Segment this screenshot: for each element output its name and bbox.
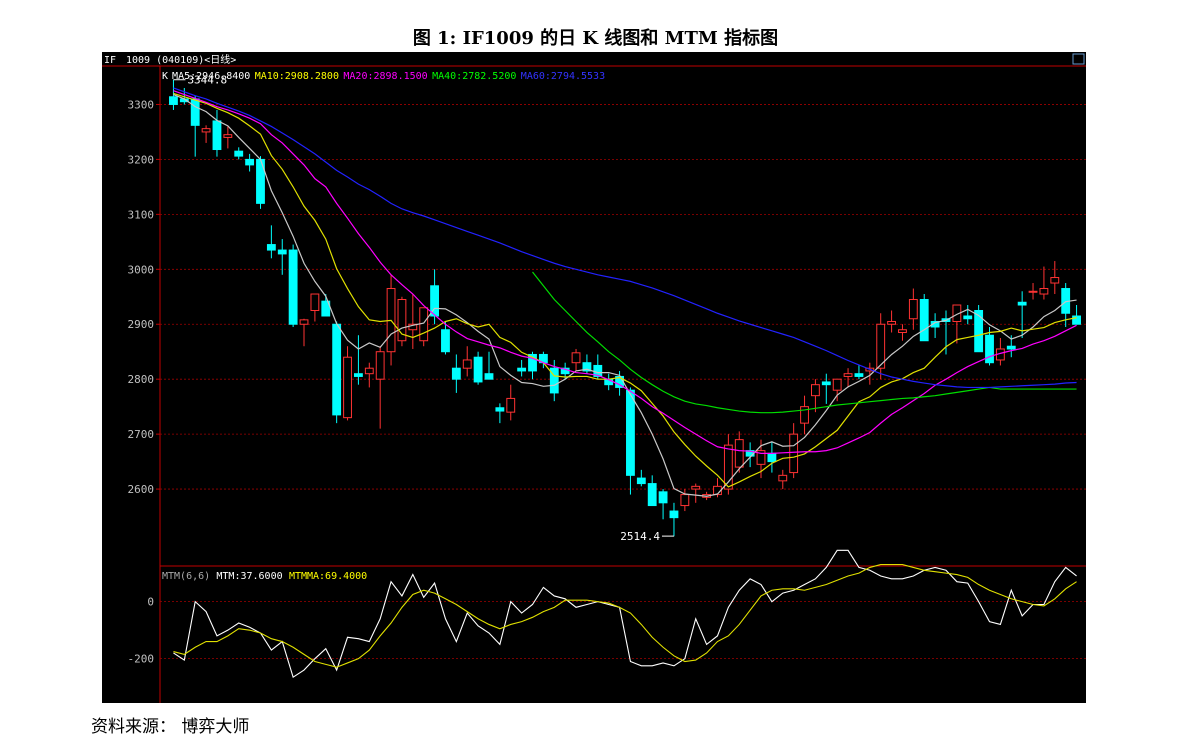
candle-body-down xyxy=(332,323,342,416)
candle-body-down xyxy=(495,407,505,412)
candle-body-down xyxy=(245,158,255,166)
candle-body-up xyxy=(734,439,744,468)
candle-body-down xyxy=(517,367,527,372)
candle-body-up xyxy=(691,485,701,490)
candle-body-up xyxy=(343,356,352,419)
candle-body-up xyxy=(310,293,320,312)
candle-body-down xyxy=(1006,345,1016,350)
candle-body-down xyxy=(484,373,494,380)
candle-body-up xyxy=(887,320,897,325)
candle-body-down xyxy=(288,249,298,325)
y-tick-label: 2600 xyxy=(128,483,155,496)
kline-mtm-chart: IF 1009 (040109)<日线> 2600 2700 2800 2900 3000 3… xyxy=(102,53,1086,703)
mtm-legend-0: MTM(6,6) xyxy=(162,571,210,582)
candle-body-down xyxy=(626,389,635,476)
y-tick-label: 3100 xyxy=(128,208,155,221)
candle-body-down xyxy=(190,98,200,126)
candle-body-down xyxy=(669,510,679,519)
candle-body-up xyxy=(375,351,385,380)
candle-body-up xyxy=(571,352,581,364)
legend-ma40: MA40:2782.5200 xyxy=(432,71,516,82)
y-tick-label: 2700 xyxy=(128,428,155,441)
chart-panel: IF 1009 (040109)<日线> 2600 2700 2800 2900 3000 3… xyxy=(102,52,1086,703)
candle-body-up xyxy=(1028,290,1038,293)
candle-body-up xyxy=(223,134,233,138)
header-contract: 1009 (040109)<日线> xyxy=(126,53,236,66)
candle-body-down xyxy=(1017,301,1027,306)
legend-ma10: MA10:2908.2800 xyxy=(255,71,339,82)
candle-body-down xyxy=(821,381,831,386)
candle-body-up xyxy=(506,397,516,413)
candle-body-up xyxy=(364,367,374,375)
y-tick-label: 2900 xyxy=(128,318,155,331)
candle-body-down xyxy=(636,477,646,485)
header-symbol: IF xyxy=(104,55,116,66)
candle-body-down xyxy=(212,120,222,151)
y-tick-label: 3000 xyxy=(128,263,155,276)
mtm-legend-1: MTM:37.6000 xyxy=(216,571,282,582)
y-tick-label: 2800 xyxy=(128,373,155,386)
candle-body-up xyxy=(810,384,820,397)
ma-line-ma5 xyxy=(173,94,1077,497)
candle-body-down xyxy=(974,310,984,353)
low-annotation: 2514.4 xyxy=(620,530,660,543)
candle-body-down xyxy=(647,483,657,507)
candle-body-down xyxy=(658,491,668,504)
candle-body-down xyxy=(441,329,450,353)
candle-body-up xyxy=(1050,277,1060,284)
mtm-tick-label: -200 xyxy=(128,653,155,666)
candle-body-up xyxy=(789,433,799,474)
candle-body-down xyxy=(353,373,363,377)
mtm-legend-2: MTMMA:69.4000 xyxy=(289,571,367,582)
candle-body-down xyxy=(919,299,929,342)
candle-body-up xyxy=(1039,288,1049,295)
candle-body-up xyxy=(843,373,853,377)
candle-body-up xyxy=(201,128,211,133)
candle-body-down xyxy=(854,373,864,377)
candle-body-up xyxy=(299,319,309,325)
candle-body-down xyxy=(234,150,244,157)
candle-body-down xyxy=(963,315,973,320)
candle-body-up xyxy=(832,378,842,391)
candle-body-up xyxy=(680,494,690,507)
panel-switch-icon[interactable] xyxy=(1072,53,1085,65)
source-label: 资料来源： 博弈大师 xyxy=(91,717,250,737)
candle-body-down xyxy=(473,356,483,383)
y-tick-label: 3300 xyxy=(128,98,155,111)
legend-ma60: MA60:2794.5533 xyxy=(521,71,605,82)
candle-body-up xyxy=(778,474,788,482)
ma-line-ma60 xyxy=(173,87,1077,389)
ma-line-ma10 xyxy=(173,92,1077,488)
candle-body-down xyxy=(169,96,178,105)
high-annotation: 3344.8 xyxy=(187,74,227,87)
legend-ma20: MA20:2898.1500 xyxy=(343,71,427,82)
candle-body-up xyxy=(898,329,907,333)
candle-body-up xyxy=(908,299,918,320)
candle-body-down xyxy=(1072,315,1081,325)
candle-body-up xyxy=(462,359,472,369)
candle-body-down xyxy=(767,452,777,463)
candle-body-down xyxy=(277,249,287,255)
legend-k: K xyxy=(162,71,168,82)
y-tick-label: 3200 xyxy=(128,153,155,166)
mtm-tick-label: 0 xyxy=(147,596,154,609)
candle-body-down xyxy=(451,367,461,380)
candle-body-down xyxy=(266,244,276,251)
candle-body-down xyxy=(985,334,994,364)
figure-title: 图 1: IF1009 的日 K 线图和 MTM 指标图 xyxy=(412,28,779,49)
